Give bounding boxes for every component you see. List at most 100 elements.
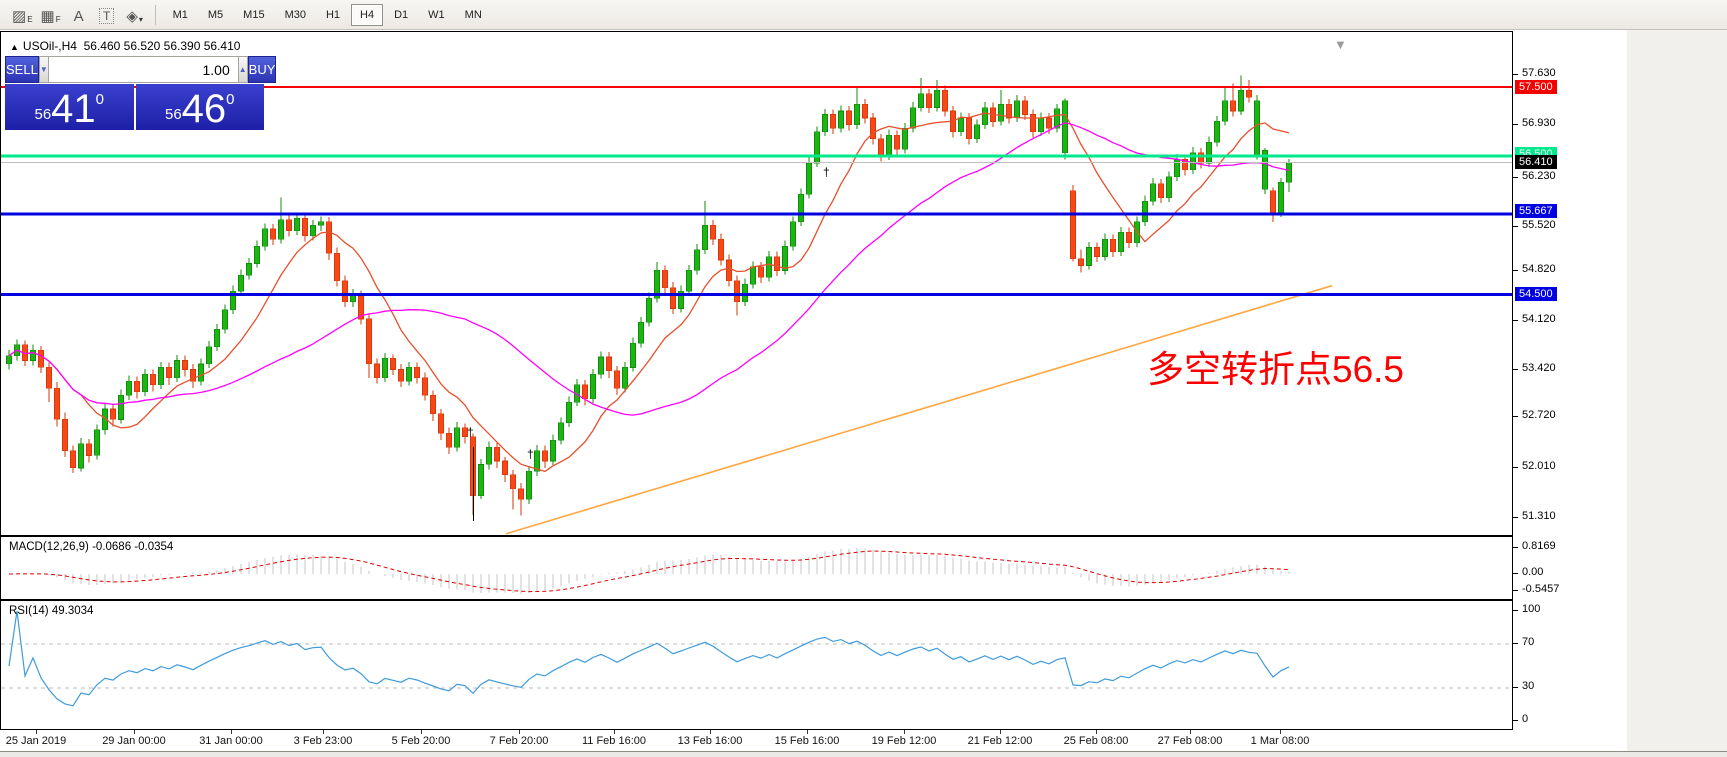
axis-tick <box>1513 720 1518 721</box>
axis-tick <box>1513 687 1518 688</box>
axis-tick <box>1513 74 1518 75</box>
axis-tick-label: 0 <box>1522 713 1528 725</box>
tab-timeframe-M1[interactable]: M1 <box>164 4 197 26</box>
axis-tick <box>1513 517 1518 518</box>
chart-cross-marker: † <box>527 447 534 461</box>
macd-label: MACD(12,26,9) -0.0686 -0.0354 <box>9 541 173 553</box>
chart-area: ▲ USOil-,H4 56.460 56.520 56.390 56.410 S… <box>0 30 1513 757</box>
time-tick <box>710 730 711 734</box>
time-tick <box>1000 730 1001 734</box>
ohlc-values: 56.460 56.520 56.390 56.410 <box>84 39 241 53</box>
time-tick <box>904 730 905 734</box>
chart-vertical-line-object <box>473 447 474 521</box>
axis-tick-label: 52.010 <box>1522 460 1556 472</box>
axis-tick <box>1513 467 1518 468</box>
axis-tick <box>1513 124 1518 125</box>
time-tick-label: 25 Feb 08:00 <box>1064 735 1129 747</box>
axis-tick <box>1513 270 1518 271</box>
buy-price-pip: 0 <box>226 91 234 108</box>
buy-price-main: 46 <box>182 90 227 128</box>
axis-tick-label: 56.930 <box>1522 117 1556 129</box>
rsi-chart <box>1 601 1512 729</box>
axis-tick-label: 51.310 <box>1522 510 1556 522</box>
time-tick-label: 1 Mar 08:00 <box>1251 735 1310 747</box>
tab-timeframe-H1[interactable]: H1 <box>317 4 349 26</box>
axis-tick <box>1513 226 1518 227</box>
rsi-label: RSI(14) 49.3034 <box>9 605 93 617</box>
volume-increase-button[interactable]: ▲ <box>238 56 248 83</box>
sell-price-tile[interactable]: 56410 <box>5 84 134 130</box>
buy-button[interactable]: BUY <box>248 56 277 83</box>
sell-price-prefix: 56 <box>34 106 51 123</box>
axis-tick <box>1513 320 1518 321</box>
time-tick-label: 27 Feb 08:00 <box>1158 735 1223 747</box>
main-price-panel[interactable]: ▲ USOil-,H4 56.460 56.520 56.390 56.410 S… <box>0 31 1513 536</box>
axis-tick <box>1513 643 1518 644</box>
grid-tool-icon[interactable]: ▦F <box>37 3 65 27</box>
time-tick-label: 11 Feb 16:00 <box>582 735 646 747</box>
rsi-indicator-panel[interactable]: RSI(14) 49.3034 <box>0 600 1513 730</box>
price-level-badge: 55.667 <box>1515 204 1557 218</box>
textbox-tool-icon[interactable]: T <box>93 3 121 27</box>
axis-tick-label: 56.230 <box>1522 170 1556 182</box>
axis-tick-label: 70 <box>1522 636 1534 648</box>
axis-tick-label: 53.420 <box>1522 362 1556 374</box>
text-tool-icon[interactable]: A <box>65 3 93 27</box>
axis-tick <box>1513 416 1518 417</box>
macd-indicator-panel[interactable]: MACD(12,26,9) -0.0686 -0.0354 <box>0 536 1513 600</box>
axis-tick-label: 30 <box>1522 680 1534 692</box>
chart-cross-marker: † <box>467 425 474 439</box>
axis-tick-label: 52.720 <box>1522 409 1556 421</box>
time-tick <box>807 730 808 734</box>
axis-tick-label: 100 <box>1522 603 1540 615</box>
axis-tick <box>1513 177 1518 178</box>
time-tick-label: 7 Feb 20:00 <box>490 735 549 747</box>
time-tick-label: 13 Feb 16:00 <box>678 735 743 747</box>
tab-timeframe-D1[interactable]: D1 <box>385 4 417 26</box>
right-gutter <box>1627 30 1727 757</box>
axis-tick-label: 54.820 <box>1522 263 1556 275</box>
price-axis[interactable]: 57.63056.93056.23055.52054.82054.12053.4… <box>1513 30 1627 757</box>
symbol-label: USOil-,H4 <box>23 39 77 53</box>
time-tick <box>134 730 135 734</box>
chart-shift-marker-icon[interactable]: ▼ <box>1334 37 1347 52</box>
time-tick-label: 19 Feb 12:00 <box>872 735 937 747</box>
time-tick <box>519 730 520 734</box>
axis-tick-label: 54.120 <box>1522 313 1556 325</box>
time-tick <box>231 730 232 734</box>
time-tick <box>1190 730 1191 734</box>
tab-timeframe-W1[interactable]: W1 <box>419 4 454 26</box>
window-bottom-edge <box>0 751 1727 757</box>
trading-terminal-window: ▨E▦FAT◈▾ M1M5M15M30H1H4D1W1MN ▲ USOil-,H4… <box>0 0 1727 757</box>
buy-price-prefix: 56 <box>165 106 182 123</box>
timeframe-tabs: M1M5M15M30H1H4D1W1MN <box>164 4 493 26</box>
tab-timeframe-MN[interactable]: MN <box>456 4 491 26</box>
volume-decrease-button[interactable]: ▼ <box>39 56 49 83</box>
tab-timeframe-M5[interactable]: M5 <box>199 4 232 26</box>
time-tick-label: 25 Jan 2019 <box>6 735 67 747</box>
time-tick-label: 21 Feb 12:00 <box>968 735 1033 747</box>
macd-chart <box>1 537 1512 599</box>
sell-button[interactable]: SELL <box>5 56 39 83</box>
buy-price-tile[interactable]: 56460 <box>136 84 265 130</box>
time-tick-label: 15 Feb 16:00 <box>775 735 840 747</box>
collapse-arrow-icon[interactable]: ▲ <box>10 42 19 52</box>
top-toolbar: ▨E▦FAT◈▾ M1M5M15M30H1H4D1W1MN <box>0 0 1727 30</box>
tab-timeframe-H4[interactable]: H4 <box>351 4 383 26</box>
time-tick <box>36 730 37 734</box>
drawing-tools-group: ▨E▦FAT◈▾ <box>8 3 149 27</box>
time-tick-label: 5 Feb 20:00 <box>392 735 451 747</box>
tab-timeframe-M15[interactable]: M15 <box>234 4 273 26</box>
time-tick-label: 29 Jan 00:00 <box>102 735 166 747</box>
shapes-tool-icon[interactable]: ◈▾ <box>121 3 149 27</box>
time-tick <box>323 730 324 734</box>
volume-input[interactable] <box>49 56 238 83</box>
axis-tick <box>1513 547 1518 548</box>
toolbar-separator <box>155 5 156 25</box>
price-level-badge: 56.410 <box>1515 155 1557 169</box>
time-tick-label: 31 Jan 00:00 <box>199 735 263 747</box>
one-click-trading-panel: SELL ▼ ▲ BUY 56410 56460 <box>5 56 264 130</box>
tab-timeframe-M30[interactable]: M30 <box>276 4 315 26</box>
chart-symbol-header: ▲ USOil-,H4 56.460 56.520 56.390 56.410 <box>10 39 240 53</box>
pattern-tool-icon[interactable]: ▨E <box>8 3 37 27</box>
